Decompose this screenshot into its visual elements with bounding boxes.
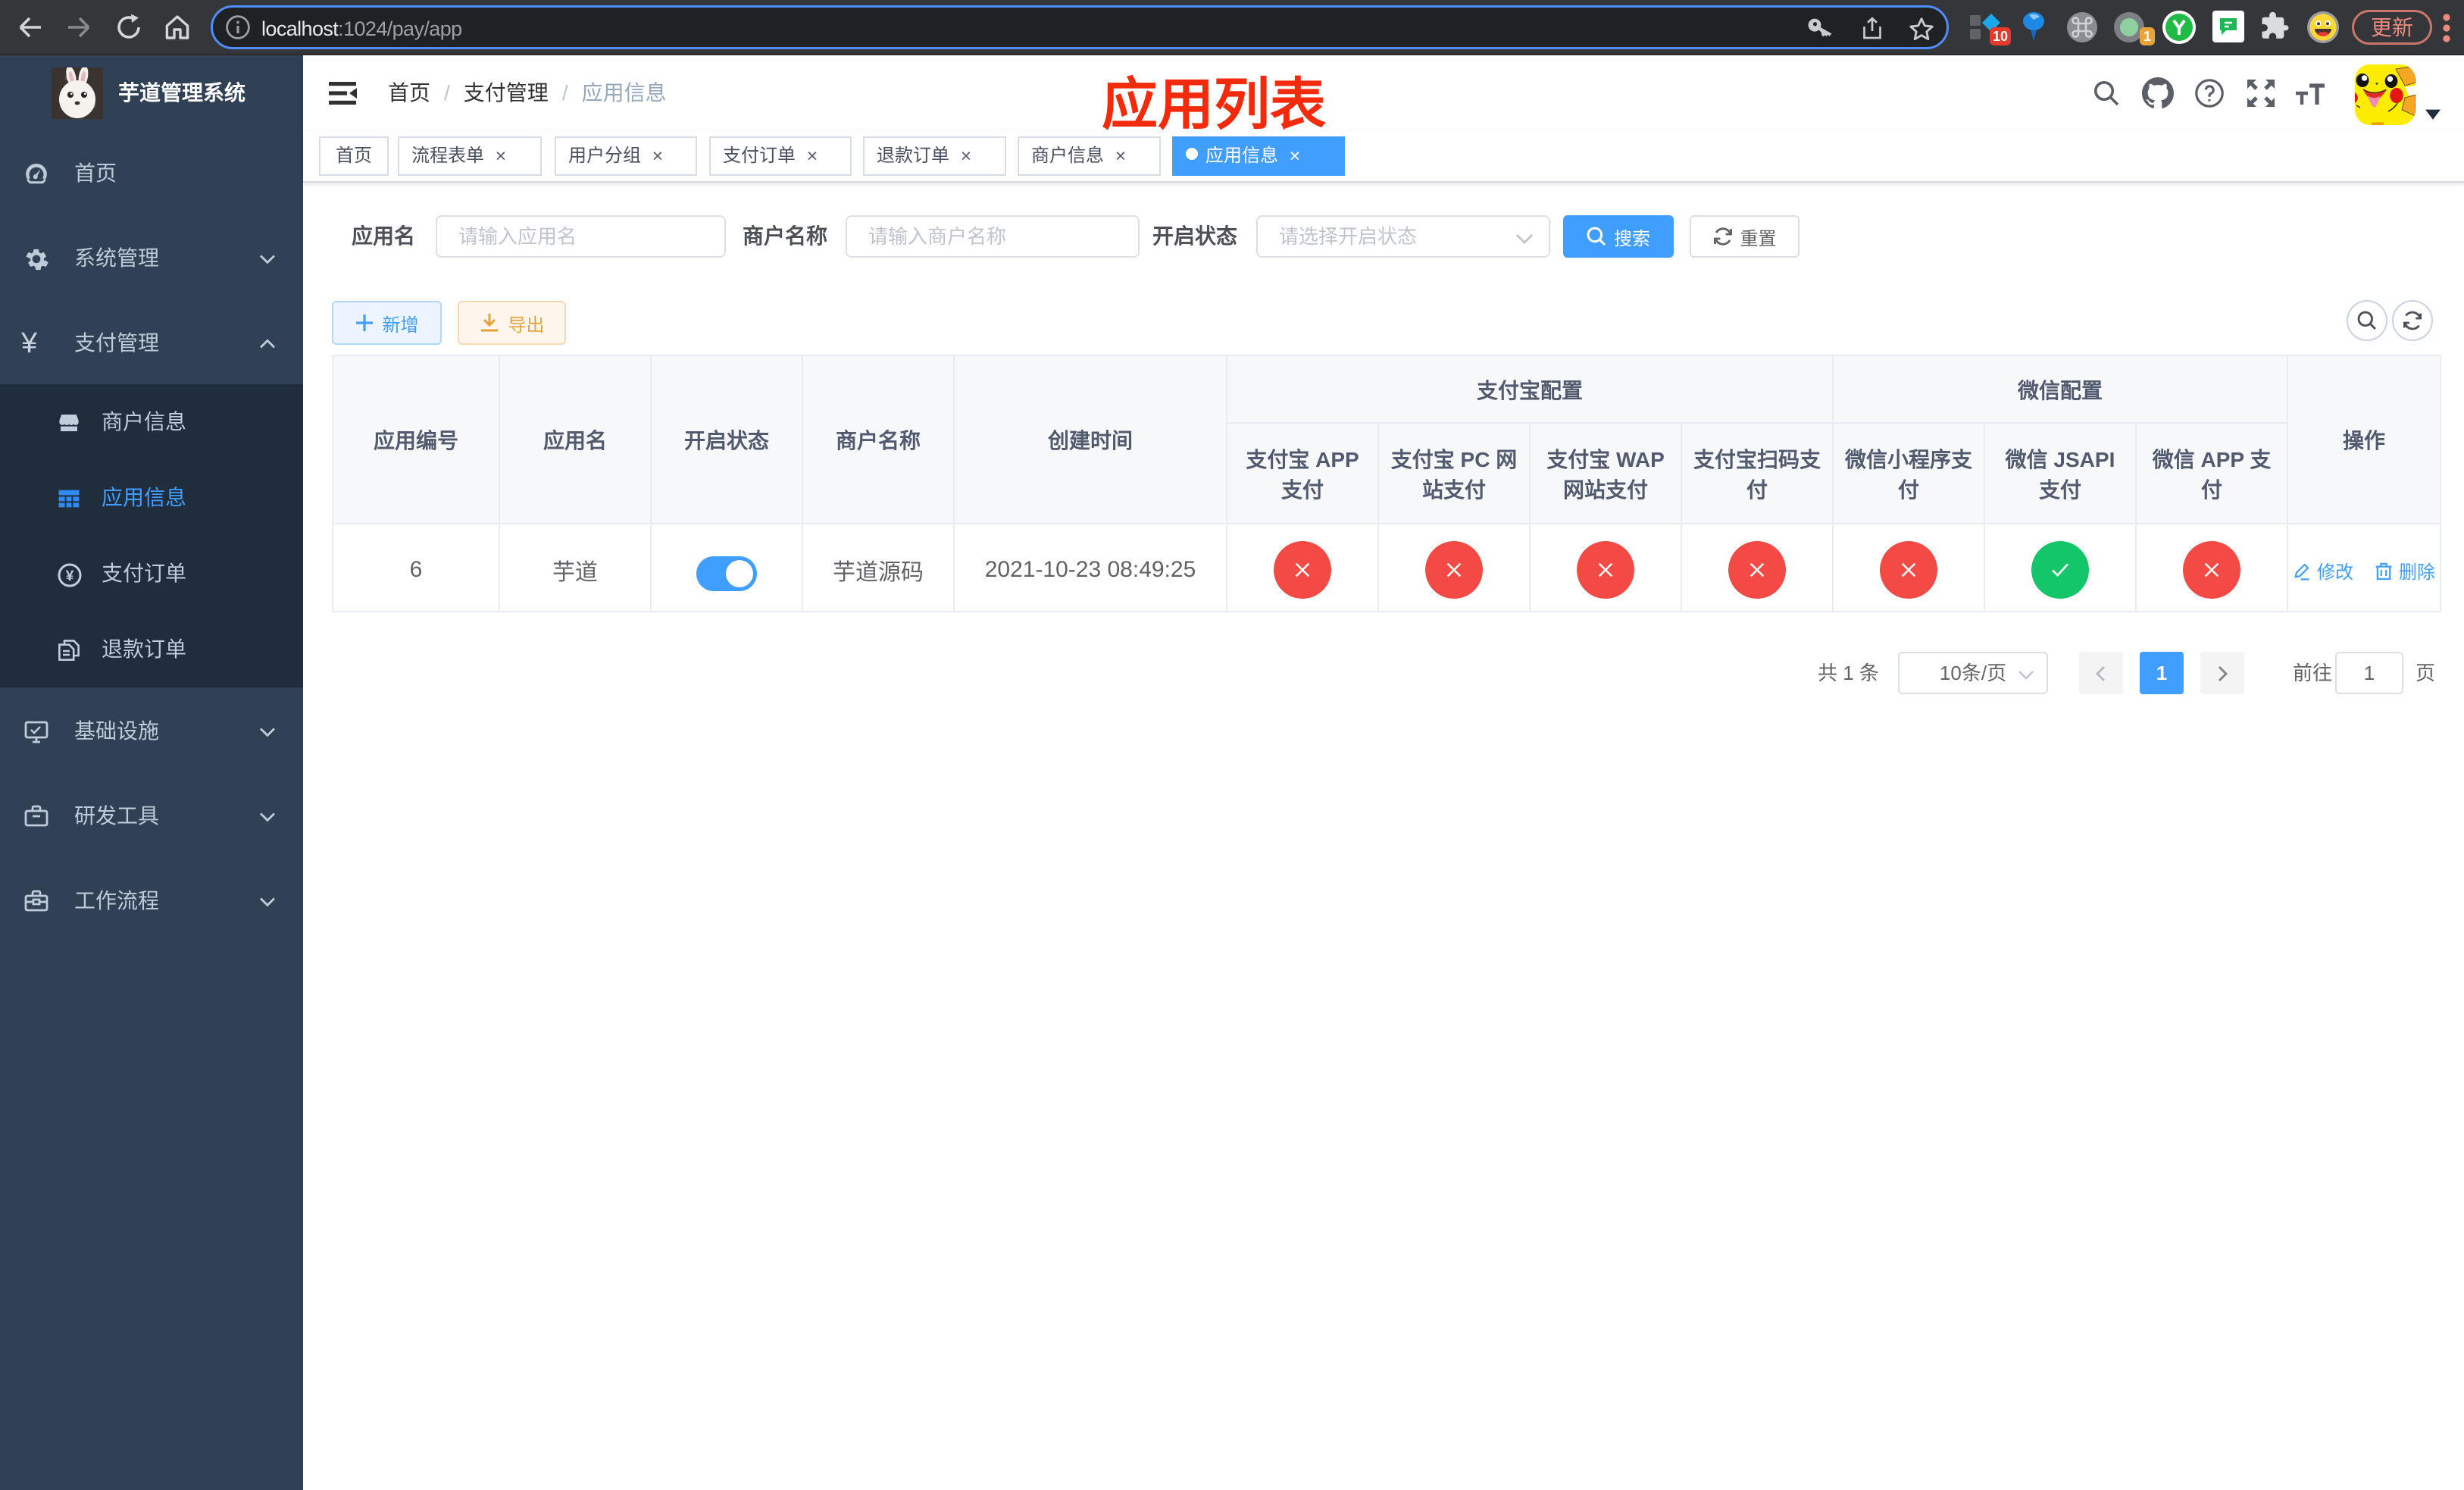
svg-text:¥: ¥ [66, 568, 74, 584]
